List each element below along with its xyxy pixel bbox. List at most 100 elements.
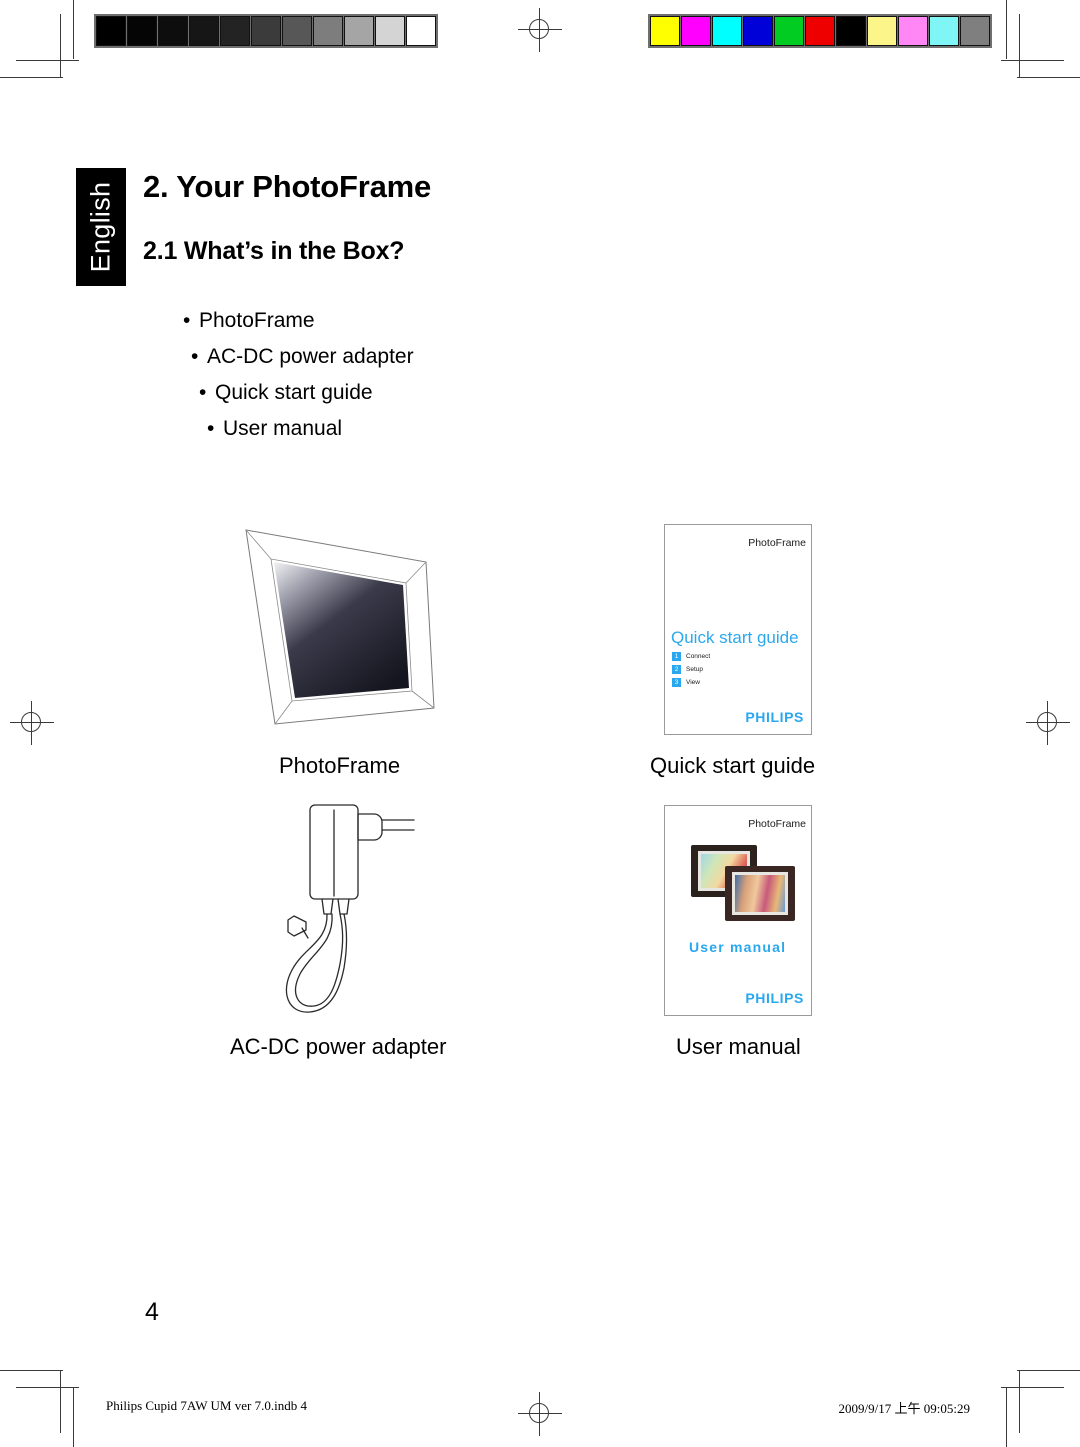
language-tab: English: [76, 168, 126, 286]
grayscale-patch-2: [158, 16, 188, 46]
color-patch-9: [929, 16, 959, 46]
grayscale-patch-4: [220, 16, 250, 46]
registration-horizontal: [1026, 722, 1070, 723]
box-contents-item-label: Quick start guide: [215, 381, 373, 404]
booklet-step: 1 Connect: [672, 652, 710, 661]
registration-vertical: [539, 8, 540, 52]
color-patch-1: [681, 16, 711, 46]
crop-mark-bottom-left-inner-v: [60, 1370, 61, 1433]
crop-mark-top-right-outer-h: [1017, 77, 1080, 78]
registration-mark-bottom: [518, 1392, 562, 1436]
booklet-step: 2 Setup: [672, 665, 710, 674]
booklet-step-label: Setup: [686, 666, 703, 673]
grayscale-patch-3: [189, 16, 219, 46]
crop-mark-top-left-outer-v: [73, 0, 74, 59]
color-patch-4: [774, 16, 804, 46]
color-patch-10: [960, 16, 990, 46]
quick-start-guide-booklet: PhotoFrame Quick start guide 1 Connect 2 Se…: [664, 524, 812, 735]
footer-timestamp: 2009/9/17 上午 09:05:29: [838, 1401, 970, 1416]
grayscale-patch-10: [406, 16, 436, 46]
grayscale-patch-8: [344, 16, 374, 46]
crop-mark-bottom-right-outer-h: [1017, 1370, 1080, 1371]
booklet-brand-label: PhotoFrame: [748, 818, 806, 830]
box-contents-item: • Quick start guide: [183, 375, 703, 411]
registration-vertical: [31, 701, 32, 745]
color-patch-8: [898, 16, 928, 46]
box-contents-item: • PhotoFrame: [183, 303, 703, 339]
crop-mark-bottom-left-outer-h: [0, 1370, 63, 1371]
booklet-title: User manual: [689, 939, 787, 955]
registration-horizontal: [518, 1413, 562, 1414]
crop-mark-top-left-inner-h: [16, 60, 79, 61]
photo-frame-image-front: [725, 866, 795, 921]
crop-mark-top-right-inner-v: [1019, 14, 1020, 77]
registration-horizontal: [10, 722, 54, 723]
language-tab-label: English: [85, 181, 116, 273]
chapter-title: 2. Your PhotoFrame: [143, 169, 432, 204]
booklet-step-list: 1 Connect 2 Setup 3 View: [672, 652, 710, 691]
box-contents-item: • User manual: [183, 411, 703, 447]
box-contents-item: • AC-DC power adapter: [183, 339, 703, 375]
figure-caption-user-manual: User manual: [676, 1034, 801, 1059]
booklet-step-number: 3: [672, 678, 681, 687]
philips-logo: PHILIPS: [745, 709, 804, 725]
registration-mark-left: [10, 701, 54, 745]
section-title: 2.1 What’s in the Box?: [143, 237, 405, 265]
box-contents-list: • PhotoFrame • AC-DC power adapter • Quick st…: [183, 303, 703, 447]
bullet-dot-icon: •: [199, 381, 207, 404]
registration-vertical: [539, 1392, 540, 1436]
crop-mark-top-left-inner-v: [60, 14, 61, 77]
grayscale-calibration-bar: [94, 14, 438, 48]
booklet-title: Quick start guide: [671, 628, 799, 647]
booklet-step-number: 1: [672, 652, 681, 661]
philips-logo: PHILIPS: [745, 990, 804, 1006]
grayscale-patch-0: [96, 16, 126, 46]
photoframe-illustration: [238, 512, 453, 740]
footer-file-name: Philips Cupid 7AW UM ver 7.0.indb 4: [106, 1398, 307, 1413]
booklet-step-label: View: [686, 679, 700, 686]
registration-vertical: [1047, 701, 1048, 745]
crop-mark-bottom-right-outer-v: [1006, 1388, 1007, 1447]
bullet-dot-icon: •: [207, 417, 215, 440]
bullet-dot-icon: •: [191, 345, 199, 368]
grayscale-patch-1: [127, 16, 157, 46]
figure-caption-ac-dc-adapter: AC-DC power adapter: [230, 1034, 447, 1059]
crop-mark-bottom-left-outer-v: [73, 1388, 74, 1447]
frame-photo: [735, 875, 785, 912]
color-patch-3: [743, 16, 773, 46]
photoframe-icon: [245, 529, 435, 725]
ac-dc-adapter-illustration: [252, 792, 452, 1022]
booklet-brand-label: PhotoFrame: [748, 537, 806, 549]
crop-mark-top-right-outer-v: [1006, 0, 1007, 59]
bullet-dot-icon: •: [183, 309, 191, 332]
figure-caption-photoframe: PhotoFrame: [279, 753, 401, 778]
registration-horizontal: [518, 29, 562, 30]
user-manual-booklet: PhotoFrame User manual PHILIPS: [664, 805, 812, 1016]
power-adapter-icon: [285, 804, 415, 1013]
crop-mark-top-left-outer-h: [0, 77, 63, 78]
color-calibration-bar: [648, 14, 992, 48]
color-patch-0: [650, 16, 680, 46]
figure-caption-quick-start-guide: Quick start guide: [650, 753, 816, 778]
grayscale-patch-9: [375, 16, 405, 46]
color-patch-6: [836, 16, 866, 46]
color-patch-7: [867, 16, 897, 46]
registration-mark-right: [1026, 701, 1070, 745]
box-contents-item-label: AC-DC power adapter: [207, 345, 414, 368]
crop-mark-bottom-right-inner-v: [1019, 1370, 1020, 1433]
box-contents-item-label: PhotoFrame: [199, 309, 315, 332]
registration-mark-top: [518, 8, 562, 52]
page-number: 4: [145, 1298, 159, 1326]
box-contents-item-label: User manual: [223, 417, 343, 440]
grayscale-patch-7: [313, 16, 343, 46]
booklet-step: 3 View: [672, 678, 710, 687]
crop-mark-bottom-right-inner-h: [1001, 1387, 1064, 1388]
crop-mark-bottom-left-inner-h: [16, 1387, 79, 1388]
grayscale-patch-6: [282, 16, 312, 46]
color-patch-2: [712, 16, 742, 46]
grayscale-patch-5: [251, 16, 281, 46]
color-patch-5: [805, 16, 835, 46]
crop-mark-top-right-inner-h: [1001, 60, 1064, 61]
booklet-step-label: Connect: [686, 653, 711, 660]
booklet-step-number: 2: [672, 665, 681, 674]
